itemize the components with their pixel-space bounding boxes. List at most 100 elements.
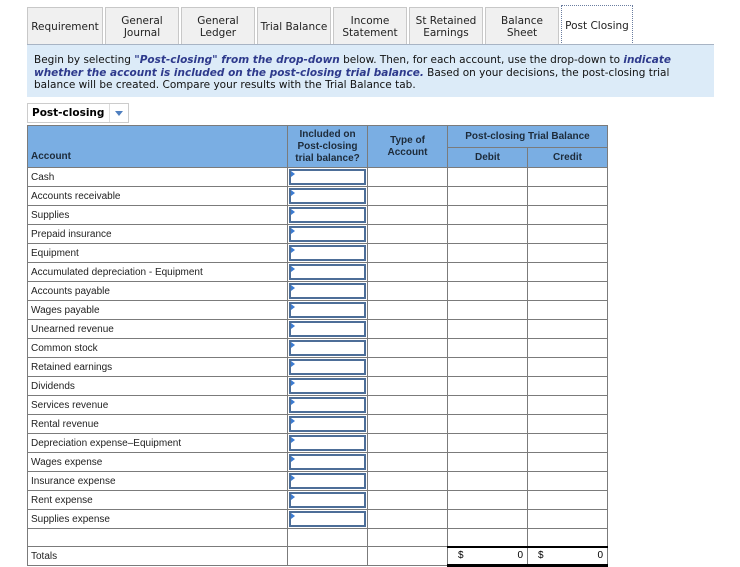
dropdown-indicator-icon xyxy=(291,171,295,177)
credit-cell xyxy=(527,300,608,320)
post-closing-dropdown[interactable]: Post-closing xyxy=(27,103,129,123)
table-row: Equipment xyxy=(27,243,608,263)
included-cell xyxy=(287,357,368,377)
tab-balance-sheet[interactable]: Balance Sheet xyxy=(485,7,559,45)
debit-cell xyxy=(447,186,528,206)
tab-trial-balance[interactable]: Trial Balance xyxy=(257,7,331,45)
included-dropdown[interactable] xyxy=(289,454,366,470)
header-debit: Debit xyxy=(447,147,528,168)
account-name: Rent expense xyxy=(27,490,288,510)
account-name: Retained earnings xyxy=(27,357,288,377)
account-name: Unearned revenue xyxy=(27,319,288,339)
table-row: Common stock xyxy=(27,338,608,358)
included-dropdown[interactable] xyxy=(289,397,366,413)
included-dropdown[interactable] xyxy=(289,473,366,489)
dropdown-indicator-icon xyxy=(291,228,295,234)
debit-cell xyxy=(447,319,528,339)
credit-cell xyxy=(527,262,608,282)
credit-cell xyxy=(527,186,608,206)
dropdown-indicator-icon xyxy=(291,380,295,386)
included-cell xyxy=(287,414,368,434)
credit-cell xyxy=(527,319,608,339)
table-row: Wages payable xyxy=(27,300,608,320)
credit-cell xyxy=(527,224,608,244)
table-row: Accounts payable xyxy=(27,281,608,301)
included-cell xyxy=(287,224,368,244)
debit-cell xyxy=(447,243,528,263)
tab-st-retained-earnings[interactable]: St Retained Earnings xyxy=(409,7,483,45)
included-dropdown[interactable] xyxy=(289,226,366,242)
chevron-down-icon[interactable] xyxy=(110,110,128,116)
included-dropdown[interactable] xyxy=(289,188,366,204)
totals-row: Totals $0 $0 xyxy=(27,545,608,567)
header-credit: Credit xyxy=(527,147,608,168)
included-cell xyxy=(287,509,368,529)
credit-cell xyxy=(527,471,608,491)
included-dropdown[interactable] xyxy=(289,416,366,432)
included-dropdown[interactable] xyxy=(289,378,366,394)
table-row: Depreciation expense–Equipment xyxy=(27,433,608,453)
type-of-account-cell xyxy=(367,281,448,301)
account-name: Accounts receivable xyxy=(27,186,288,206)
included-dropdown[interactable] xyxy=(289,245,366,261)
table-row: Dividends xyxy=(27,376,608,396)
included-cell xyxy=(287,262,368,282)
tab-requirement[interactable]: Requirement xyxy=(27,7,103,45)
header-type-of-account: Type of Account xyxy=(367,125,448,168)
tab-general-journal[interactable]: General Journal xyxy=(105,7,179,45)
account-name: Dividends xyxy=(27,376,288,396)
type-of-account-cell xyxy=(367,452,448,472)
credit-cell xyxy=(527,281,608,301)
included-dropdown[interactable] xyxy=(289,169,366,185)
included-dropdown[interactable] xyxy=(289,283,366,299)
account-name: Insurance expense xyxy=(27,471,288,491)
included-dropdown[interactable] xyxy=(289,492,366,508)
dropdown-indicator-icon xyxy=(291,418,295,424)
totals-type-cell xyxy=(367,546,448,566)
blank-cell xyxy=(367,527,448,548)
totals-included-cell xyxy=(287,546,368,566)
dropdown-indicator-icon xyxy=(291,456,295,462)
dropdown-indicator-icon xyxy=(291,190,295,196)
included-dropdown[interactable] xyxy=(289,264,366,280)
dropdown-indicator-icon xyxy=(291,285,295,291)
debit-cell xyxy=(447,471,528,491)
included-dropdown[interactable] xyxy=(289,340,366,356)
debit-cell xyxy=(447,281,528,301)
table-row: Services revenue xyxy=(27,395,608,415)
table-row: Supplies xyxy=(27,205,608,225)
type-of-account-cell xyxy=(367,490,448,510)
credit-cell xyxy=(527,414,608,434)
blank-cell xyxy=(447,527,528,548)
credit-cell xyxy=(527,376,608,396)
debit-cell xyxy=(447,338,528,358)
debit-cell xyxy=(447,300,528,320)
tab-income-statement[interactable]: Income Statement xyxy=(333,7,407,45)
included-dropdown[interactable] xyxy=(289,359,366,375)
instructions-text-2: below. Then, for each account, use the d… xyxy=(339,54,624,66)
included-dropdown[interactable] xyxy=(289,511,366,527)
included-dropdown[interactable] xyxy=(289,435,366,451)
type-of-account-cell xyxy=(367,319,448,339)
account-name: Services revenue xyxy=(27,395,288,415)
included-cell xyxy=(287,490,368,510)
tab-general-ledger[interactable]: General Ledger xyxy=(181,7,255,45)
included-cell xyxy=(287,167,368,187)
account-name: Common stock xyxy=(27,338,288,358)
table-row: Cash xyxy=(27,167,608,187)
table-row: Prepaid insurance xyxy=(27,224,608,244)
dropdown-selected-value: Post-closing xyxy=(28,104,110,122)
included-dropdown[interactable] xyxy=(289,207,366,223)
blank-cell xyxy=(527,527,608,548)
included-cell xyxy=(287,452,368,472)
debit-cell xyxy=(447,224,528,244)
instructions-panel: Begin by selecting "Post-closing" from t… xyxy=(27,45,714,97)
included-dropdown[interactable] xyxy=(289,302,366,318)
tab-post-closing[interactable]: Post Closing xyxy=(561,5,633,45)
type-of-account-cell xyxy=(367,186,448,206)
dropdown-indicator-icon xyxy=(291,361,295,367)
type-of-account-cell xyxy=(367,300,448,320)
included-dropdown[interactable] xyxy=(289,321,366,337)
credit-cell xyxy=(527,357,608,377)
type-of-account-cell xyxy=(367,167,448,187)
